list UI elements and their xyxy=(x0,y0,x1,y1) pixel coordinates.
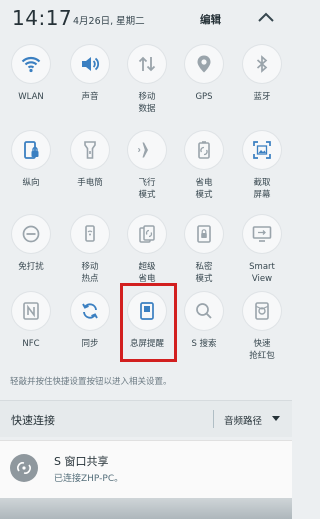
tile-power-saving[interactable]: 省电 模式 xyxy=(175,131,233,211)
private-mode-icon xyxy=(185,215,223,253)
tile-portrait[interactable]: 纵向 xyxy=(2,131,60,211)
ultra-power-saving-icon xyxy=(128,215,166,253)
tile-screenshot[interactable]: 截取 屏幕 xyxy=(233,131,291,211)
clock-time: 14:17 xyxy=(12,6,73,30)
tile-sound[interactable]: 声音 xyxy=(61,45,119,125)
screen-sharing-notification[interactable]: S 窗口共享 已连接ZHP-PC。 xyxy=(0,440,292,499)
tile-wlan[interactable]: WLAN xyxy=(2,45,60,125)
tile-airplane-mode[interactable]: 飞行 模式 xyxy=(118,131,176,211)
tile-label: 私密 模式 xyxy=(195,262,213,284)
tile-label: WLAN xyxy=(18,92,44,102)
tile-label: 蓝牙 xyxy=(253,92,271,102)
wifi-icon xyxy=(12,45,50,83)
tile-hotspot[interactable]: 移动 热点 xyxy=(61,215,119,295)
sync-icon xyxy=(71,292,109,330)
tile-label: 免打扰 xyxy=(18,262,44,272)
tile-label: GPS xyxy=(195,92,213,102)
audio-path-button[interactable]: 音频路径 xyxy=(224,413,262,427)
quick-connect-button[interactable]: 快速连接 xyxy=(11,412,55,428)
location-pin-icon xyxy=(185,45,223,83)
tile-label: S 搜索 xyxy=(191,339,217,349)
tile-label: 省电 模式 xyxy=(195,178,213,200)
smart-view-icon xyxy=(243,215,281,253)
tile-nfc[interactable]: NFC xyxy=(2,292,60,372)
tile-label: NFC xyxy=(22,339,40,349)
screen-mirroring-icon xyxy=(10,454,38,482)
edit-button[interactable]: 编辑 xyxy=(200,12,221,27)
highlight-annotation xyxy=(120,283,177,362)
nfc-icon xyxy=(12,292,50,330)
search-icon xyxy=(185,292,223,330)
tile-bluetooth[interactable]: 蓝牙 xyxy=(233,45,291,125)
background-wallpaper xyxy=(0,498,292,519)
tile-mobile-data[interactable]: 移动 数据 xyxy=(118,45,176,125)
flashlight-icon xyxy=(71,131,109,169)
mobile-data-icon xyxy=(128,45,166,83)
tile-flashlight[interactable]: 手电筒 xyxy=(61,131,119,211)
do-not-disturb-icon xyxy=(12,215,50,253)
red-packet-icon xyxy=(243,292,281,330)
date-label: 4月26日, 星期二 xyxy=(73,16,145,27)
dropdown-arrow-icon xyxy=(272,416,280,421)
tile-label: 快速 抢红包 xyxy=(249,339,275,361)
tile-gps[interactable]: GPS xyxy=(175,45,233,125)
tile-red-packet[interactable]: 快速 抢红包 xyxy=(233,292,291,372)
chevron-up-icon xyxy=(258,12,274,22)
tile-smart-view[interactable]: Smart View xyxy=(233,215,291,295)
tile-private-mode[interactable]: 私密 模式 xyxy=(175,215,233,295)
power-saving-icon xyxy=(185,131,223,169)
settings-hint: 轻敲并按住快捷设置按钮以进入相关设置。 xyxy=(10,377,172,387)
tile-sync[interactable]: 同步 xyxy=(61,292,119,372)
tile-label: 纵向 xyxy=(22,178,40,188)
hotspot-icon xyxy=(71,215,109,253)
screenshot-icon xyxy=(243,131,281,169)
portrait-lock-icon xyxy=(12,131,50,169)
notification-subtitle: 已连接ZHP-PC。 xyxy=(54,474,124,484)
quick-connect-bar: 快速连接 音频路径 xyxy=(0,400,292,437)
collapse-panel-button[interactable] xyxy=(252,7,280,29)
status-bar: 14:17 4月26日, 星期二 编辑 xyxy=(0,0,292,38)
tile-s-finder[interactable]: S 搜索 xyxy=(175,292,233,372)
tile-do-not-disturb[interactable]: 免打扰 xyxy=(2,215,60,295)
speaker-icon xyxy=(71,45,109,83)
tile-label: 截取 屏幕 xyxy=(253,178,271,200)
airplane-icon xyxy=(128,131,166,169)
divider xyxy=(213,410,214,428)
bluetooth-icon xyxy=(243,45,281,83)
tile-label: Smart View xyxy=(249,262,275,284)
notification-title: S 窗口共享 xyxy=(54,455,109,468)
